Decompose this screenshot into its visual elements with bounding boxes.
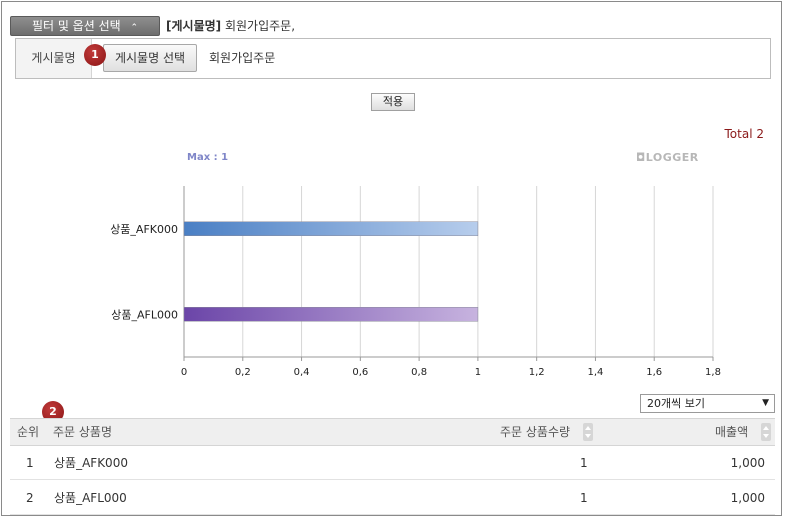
row-rank: 1 <box>26 456 34 470</box>
header-qty[interactable]: 주문 상품수량 <box>500 419 570 445</box>
page-size-select[interactable]: 20개씩 보기 ▼ <box>640 394 775 413</box>
x-tick-label: 0,6 <box>352 367 368 378</box>
row-sales: 1,000 <box>730 456 765 470</box>
row-qty: 1 <box>580 491 588 505</box>
x-tick-label: 0,8 <box>411 367 427 378</box>
x-tick-label: 1 <box>475 367 481 378</box>
row-rank: 2 <box>26 491 34 505</box>
x-tick-label: 0,4 <box>294 367 310 378</box>
table-row: 1 상품_AFK000 1 1,000 <box>10 446 775 480</box>
header-product[interactable]: 주문 상품명 <box>53 419 112 445</box>
x-tick-label: 1,2 <box>529 367 545 378</box>
x-tick-label: 0 <box>181 367 187 378</box>
category-label: 상품_AFK000 <box>110 223 178 236</box>
dropdown-arrow-icon: ▼ <box>762 398 769 408</box>
header-sales[interactable]: 매출액 <box>715 419 748 445</box>
x-tick-label: 0,2 <box>235 367 251 378</box>
row-sales: 1,000 <box>730 491 765 505</box>
table-row: 2 상품_AFL000 1 1,000 <box>10 481 775 515</box>
x-tick-label: 1,6 <box>646 367 662 378</box>
row-qty: 1 <box>580 456 588 470</box>
row-product: 상품_AFL000 <box>54 491 127 505</box>
bar <box>183 307 479 322</box>
page-size-label: 20개씩 보기 <box>647 397 705 410</box>
x-tick-label: 1,4 <box>587 367 603 378</box>
sort-qty-icon[interactable] <box>583 423 593 441</box>
table-header: 순위 주문 상품명 주문 상품수량 매출액 <box>10 418 775 446</box>
x-tick-label: 1,8 <box>705 367 721 378</box>
sort-sales-icon[interactable] <box>761 423 771 441</box>
category-label: 상품_AFL000 <box>111 308 178 321</box>
row-product: 상품_AFK000 <box>54 456 128 470</box>
bar <box>183 221 479 236</box>
header-rank[interactable]: 순위 <box>17 419 39 445</box>
